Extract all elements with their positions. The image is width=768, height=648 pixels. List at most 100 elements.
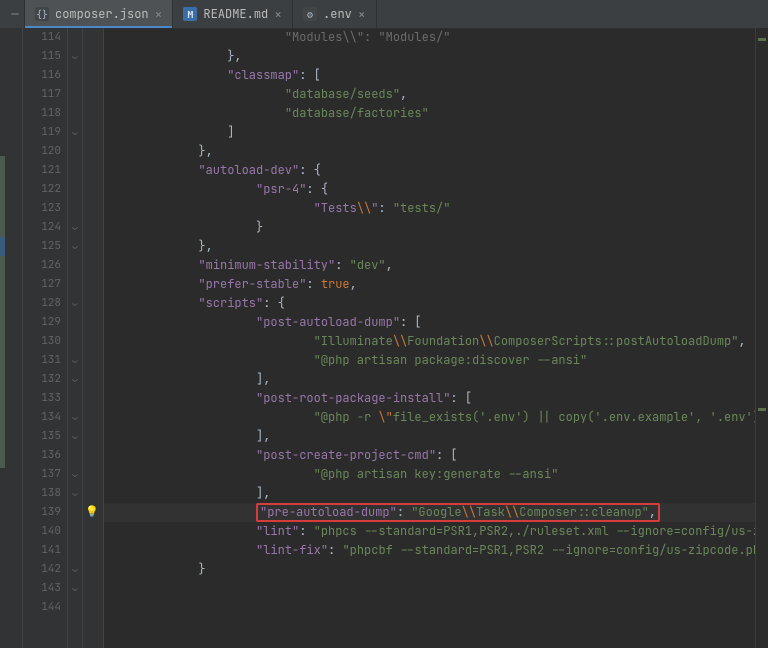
close-icon[interactable]: × (358, 8, 366, 21)
code-line[interactable]: } (104, 560, 755, 579)
line-number[interactable]: 123 (23, 199, 67, 218)
code-line[interactable]: ], (104, 484, 755, 503)
code-line[interactable]: "Tests\\": "tests/" (104, 199, 755, 218)
line-number[interactable]: 124 (23, 218, 67, 237)
fold-toggle-icon[interactable]: ⌄ (70, 51, 80, 61)
fold-toggle-icon[interactable]: ⌄ (70, 355, 80, 365)
line-number[interactable]: 116 (23, 66, 67, 85)
code-editor[interactable]: 1141151161171181191201211221231241251261… (0, 28, 768, 648)
change-marker-rail (0, 28, 23, 648)
stripe-mark[interactable] (758, 408, 766, 411)
fold-toggle-icon[interactable]: ⌄ (70, 583, 80, 593)
line-number[interactable]: 139 (23, 503, 67, 522)
code-line[interactable]: "prefer-stable": true, (104, 275, 755, 294)
code-line[interactable] (104, 598, 755, 617)
fold-toggle-icon[interactable]: ⌄ (70, 564, 80, 574)
intention-bulb-icon[interactable]: 💡 (85, 505, 99, 519)
tab-label: README.md (203, 6, 268, 22)
line-number[interactable]: 142 (23, 560, 67, 579)
code-line[interactable]: "database/seeds", (104, 85, 755, 104)
fold-column[interactable]: ⌄ ⌄ ⌄ ⌄ ⌄ ⌄ ⌄ ⌄ ⌄ ⌄ ⌄ ⌄ ⌄ (68, 28, 83, 648)
line-number[interactable]: 137 (23, 465, 67, 484)
line-number[interactable]: 144 (23, 598, 67, 617)
code-line[interactable]: }, (104, 237, 755, 256)
vcs-change-marker (0, 156, 5, 468)
line-number[interactable]: 120 (23, 142, 67, 161)
code-line[interactable]: "pre-autoload-dump": "Google\\Task\\Comp… (104, 503, 755, 522)
line-number[interactable]: 138 (23, 484, 67, 503)
line-number[interactable]: 140▶ (23, 522, 67, 541)
code-line[interactable]: "post-create-project-cmd": [ (104, 446, 755, 465)
fold-toggle-icon[interactable]: ⌄ (70, 222, 80, 232)
stripe-mark[interactable] (758, 38, 766, 41)
code-line[interactable]: "database/factories" (104, 104, 755, 123)
fold-toggle-icon[interactable]: ⌄ (70, 374, 80, 384)
line-number-gutter[interactable]: 1141151161171181191201211221231241251261… (23, 28, 68, 648)
code-line[interactable]: "lint": "phpcs --standard=PSR1,PSR2,./ru… (104, 522, 755, 541)
line-number[interactable]: 126 (23, 256, 67, 275)
json-file-icon: {} (35, 7, 49, 21)
line-number[interactable]: 117 (23, 85, 67, 104)
fold-toggle-icon[interactable]: ⌄ (70, 298, 80, 308)
line-number[interactable]: 118 (23, 104, 67, 123)
line-number[interactable]: 143 (23, 579, 67, 598)
code-line[interactable]: "minimum-stability": "dev", (104, 256, 755, 275)
code-line[interactable]: } (104, 218, 755, 237)
tab-env[interactable]: ⚙ .env × (293, 0, 377, 28)
fold-toggle-icon[interactable]: ⌄ (70, 488, 80, 498)
code-line[interactable]: ], (104, 427, 755, 446)
code-line[interactable]: "classmap": [ (104, 66, 755, 85)
fold-toggle-icon[interactable]: ⌄ (70, 241, 80, 251)
gutter-icon-column: 💡 (83, 28, 104, 648)
code-line[interactable]: "post-autoload-dump": [ (104, 313, 755, 332)
code-line[interactable]: }, (104, 142, 755, 161)
highlighted-selection: "pre-autoload-dump": "Google\\Task\\Comp… (256, 503, 660, 522)
line-number[interactable]: 130 (23, 332, 67, 351)
line-number[interactable]: 141▶ (23, 541, 67, 560)
line-number[interactable]: 129▶ (23, 313, 67, 332)
close-icon[interactable]: × (274, 8, 282, 21)
error-stripe[interactable] (755, 28, 768, 648)
line-number[interactable]: 136▶ (23, 446, 67, 465)
tab-readme-md[interactable]: M README.md × (173, 0, 293, 28)
code-line[interactable]: ], (104, 370, 755, 389)
line-number[interactable]: 131 (23, 351, 67, 370)
code-line[interactable]: "lint-fix": "phpcbf --standard=PSR1,PSR2… (104, 541, 755, 560)
fold-toggle-icon[interactable]: ⌄ (70, 127, 80, 137)
tab-composer-json[interactable]: {} composer.json × (25, 0, 173, 28)
line-number[interactable]: 115 (23, 47, 67, 66)
line-number[interactable]: 119 (23, 123, 67, 142)
code-line[interactable]: "@php artisan key:generate --ansi" (104, 465, 755, 484)
code-line[interactable]: "@php artisan package:discover --ansi" (104, 351, 755, 370)
line-number[interactable]: 134 (23, 408, 67, 427)
fold-toggle-icon[interactable]: ⌄ (70, 469, 80, 479)
line-number[interactable]: 122 (23, 180, 67, 199)
fold-toggle-icon[interactable]: ⌄ (70, 412, 80, 422)
env-file-icon: ⚙ (303, 7, 317, 21)
line-number[interactable]: 135 (23, 427, 67, 446)
code-line[interactable]: "scripts": { (104, 294, 755, 313)
code-line[interactable] (104, 579, 755, 598)
caret-row-marker (0, 237, 5, 256)
line-number[interactable]: 114 (23, 28, 67, 47)
line-number[interactable]: 128 (23, 294, 67, 313)
fold-toggle-icon[interactable]: ⌄ (70, 431, 80, 441)
code-line[interactable]: "Modules\\": "Modules/" (104, 28, 755, 47)
line-number[interactable]: 125 (23, 237, 67, 256)
code-line[interactable]: }, (104, 47, 755, 66)
code-area[interactable]: "Modules\\": "Modules/" }, "classmap": [… (104, 28, 755, 648)
close-icon[interactable]: × (155, 8, 163, 21)
line-number[interactable]: 121 (23, 161, 67, 180)
code-line[interactable]: ] (104, 123, 755, 142)
markdown-file-icon: M (183, 7, 197, 21)
code-line[interactable]: "post-root-package-install": [ (104, 389, 755, 408)
code-line[interactable]: "@php -r \"file_exists('.env') || copy('… (104, 408, 755, 427)
code-line[interactable]: "autoload-dev": { (104, 161, 755, 180)
code-line[interactable]: "psr-4": { (104, 180, 755, 199)
tab-label: composer.json (55, 6, 149, 22)
line-number[interactable]: 133▶ (23, 389, 67, 408)
code-line[interactable]: "Illuminate\\Foundation\\ComposerScripts… (104, 332, 755, 351)
line-number[interactable]: 132 (23, 370, 67, 389)
line-number[interactable]: 127 (23, 275, 67, 294)
hide-tabs-button[interactable]: — (6, 0, 25, 28)
